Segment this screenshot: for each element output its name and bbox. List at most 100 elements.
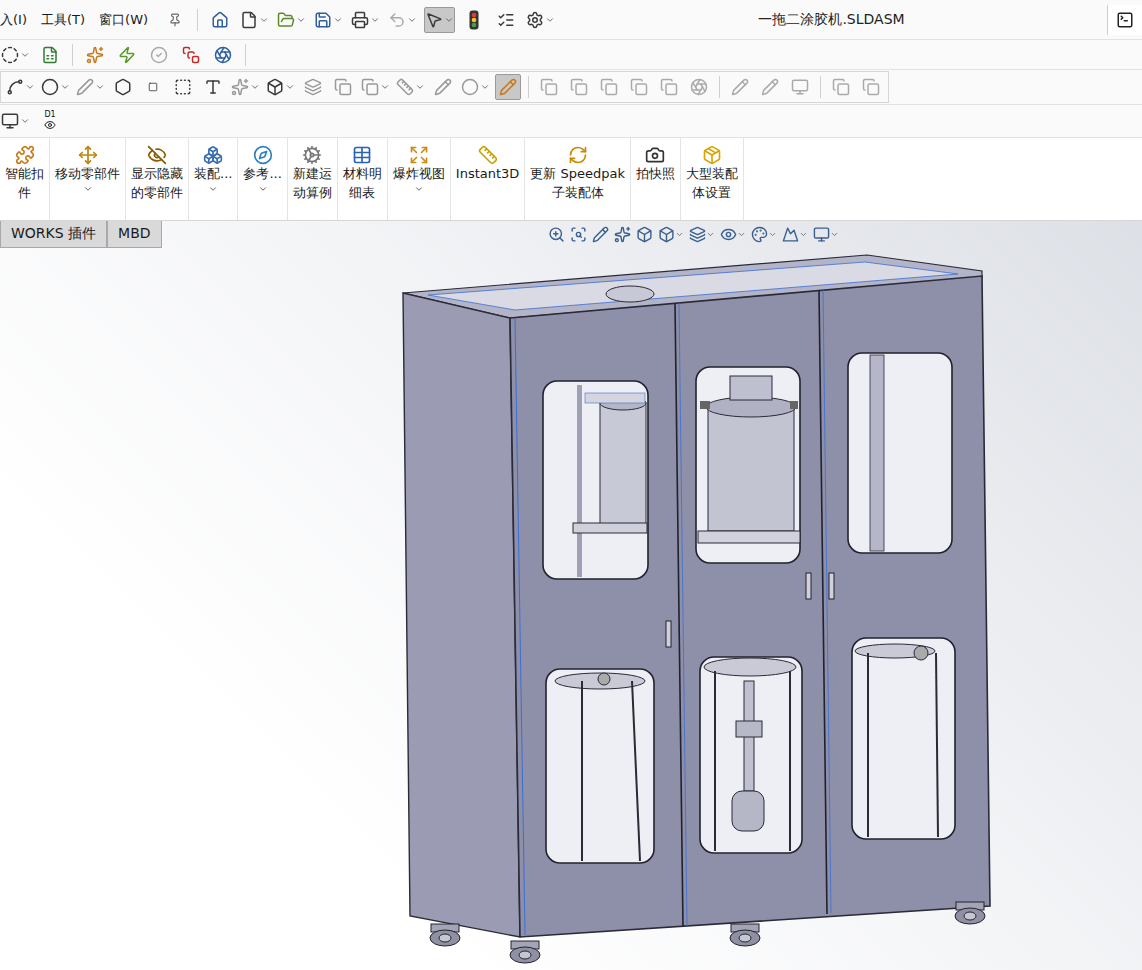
hide-show-icon[interactable]	[720, 226, 737, 243]
dropdown-arrow-icon[interactable]	[444, 15, 454, 25]
section-icon[interactable]	[214, 46, 232, 64]
zoom-fit-button[interactable]	[548, 226, 565, 243]
command-icon[interactable]	[203, 145, 223, 165]
command-button[interactable]: 显示隐藏的零部件	[126, 138, 189, 220]
pattern-button[interactable]	[360, 74, 391, 100]
mirror-icon[interactable]	[334, 78, 352, 96]
command-icon[interactable]	[147, 145, 167, 165]
home-icon[interactable]	[211, 11, 229, 29]
file-properties-button[interactable]	[493, 7, 519, 33]
dropdown-arrow-icon[interactable]	[480, 82, 490, 92]
file-properties-icon[interactable]	[497, 11, 515, 29]
zoom-area-icon[interactable]	[570, 226, 587, 243]
select-icon[interactable]	[425, 11, 443, 29]
open-file-button[interactable]	[276, 7, 307, 33]
circle-button[interactable]	[40, 74, 71, 100]
options-icon[interactable]	[526, 11, 544, 29]
command-button[interactable]: 移动零部件	[50, 138, 126, 220]
dropdown-arrow-icon[interactable]	[20, 50, 30, 60]
line-icon[interactable]	[6, 78, 24, 96]
view-iso-button[interactable]	[686, 74, 712, 100]
view-settings-button[interactable]	[813, 226, 839, 243]
dropdown-arrow-icon[interactable]	[333, 15, 343, 25]
edit-appearance-button[interactable]	[751, 226, 777, 243]
sketch-text-button[interactable]	[200, 74, 226, 100]
dropdown-arrow-icon[interactable]	[407, 15, 417, 25]
save-button[interactable]	[313, 7, 344, 33]
dropdown-arrow-icon[interactable]	[258, 184, 268, 194]
dropdown-arrow-icon[interactable]	[250, 82, 260, 92]
zoom-area-button[interactable]	[570, 226, 587, 243]
dropdown-arrow-icon[interactable]	[675, 230, 684, 239]
section-view-icon[interactable]	[614, 226, 631, 243]
appearance-button[interactable]	[82, 42, 108, 68]
point-button[interactable]	[140, 74, 166, 100]
scenes-button[interactable]	[782, 226, 808, 243]
print-button[interactable]	[350, 7, 381, 33]
view-settings-icon[interactable]	[813, 226, 830, 243]
rebuild-button[interactable]	[461, 7, 487, 33]
door-handle[interactable]	[829, 573, 834, 599]
trim-icon[interactable]	[231, 78, 249, 96]
command-tab[interactable]: WORKS 插件	[0, 221, 107, 248]
view-right-icon[interactable]	[630, 78, 648, 96]
dropdown-arrow-icon[interactable]	[545, 15, 555, 25]
menu-item[interactable]: 窗口(W)	[99, 11, 156, 29]
dropdown-arrow-icon[interactable]	[285, 82, 295, 92]
command-button[interactable]: 参考...	[238, 138, 287, 220]
view-cube-icon[interactable]	[266, 78, 284, 96]
previous-view-button[interactable]	[592, 226, 609, 243]
relations-icon[interactable]	[434, 78, 452, 96]
command-icon[interactable]	[78, 145, 98, 165]
new-file-icon[interactable]	[240, 11, 258, 29]
menu-item[interactable]: 工具(T)	[41, 11, 93, 29]
check-button[interactable]	[146, 42, 172, 68]
polygon-icon[interactable]	[114, 78, 132, 96]
dropdown-arrow-icon[interactable]	[83, 184, 93, 194]
options-button[interactable]	[525, 7, 556, 33]
appearance-icon[interactable]	[86, 46, 104, 64]
performance-icon[interactable]	[118, 46, 136, 64]
edit-appearance-icon[interactable]	[751, 226, 768, 243]
command-icon[interactable]	[409, 145, 429, 165]
save-icon[interactable]	[314, 11, 332, 29]
view-cube-button[interactable]	[265, 74, 296, 100]
section-view-button[interactable]	[614, 226, 631, 243]
command-icon[interactable]	[352, 145, 372, 165]
home-button[interactable]	[207, 7, 233, 33]
command-icon[interactable]	[568, 145, 588, 165]
sketch-a-button[interactable]	[727, 74, 753, 100]
arc-button[interactable]	[75, 74, 106, 100]
command-button[interactable]: 大型装配体设置	[681, 138, 744, 220]
view-iso-icon[interactable]	[690, 78, 708, 96]
scenes-icon[interactable]	[782, 226, 799, 243]
zoom-fit-icon[interactable]	[548, 226, 565, 243]
graphics-area[interactable]: WORKS 插件MBD	[0, 221, 1142, 970]
view-front-icon[interactable]	[540, 78, 558, 96]
command-button[interactable]: 更新 Speedpak子装配体	[525, 138, 631, 220]
trim-button[interactable]	[230, 74, 261, 100]
traffic-light-icon[interactable]	[469, 10, 479, 30]
fix-button[interactable]	[460, 74, 491, 100]
construction-geometry-icon[interactable]	[174, 78, 192, 96]
command-button[interactable]: 材料明细表	[338, 138, 388, 220]
layer-a-icon[interactable]	[832, 78, 850, 96]
view-top-button[interactable]	[656, 74, 682, 100]
display-style-icon[interactable]	[689, 226, 706, 243]
layer-b-icon[interactable]	[862, 78, 880, 96]
dropdown-arrow-icon[interactable]	[208, 184, 218, 194]
performance-button[interactable]	[114, 42, 140, 68]
polygon-button[interactable]	[110, 74, 136, 100]
sketch-text-icon[interactable]	[204, 78, 222, 96]
dimension-icon[interactable]	[396, 78, 414, 96]
menu-item[interactable]: 入(I)	[0, 11, 35, 29]
view-orientation-icon[interactable]	[658, 226, 675, 243]
dropdown-arrow-icon[interactable]	[414, 184, 424, 194]
measure-button[interactable]	[0, 42, 31, 68]
dynamic-annotation-button[interactable]	[636, 226, 653, 243]
terminal-icon[interactable]	[1116, 11, 1134, 29]
edit-sketch-button[interactable]	[495, 74, 521, 100]
relations-button[interactable]	[430, 74, 456, 100]
interference-icon[interactable]	[182, 46, 200, 64]
layer-a-button[interactable]	[828, 74, 854, 100]
